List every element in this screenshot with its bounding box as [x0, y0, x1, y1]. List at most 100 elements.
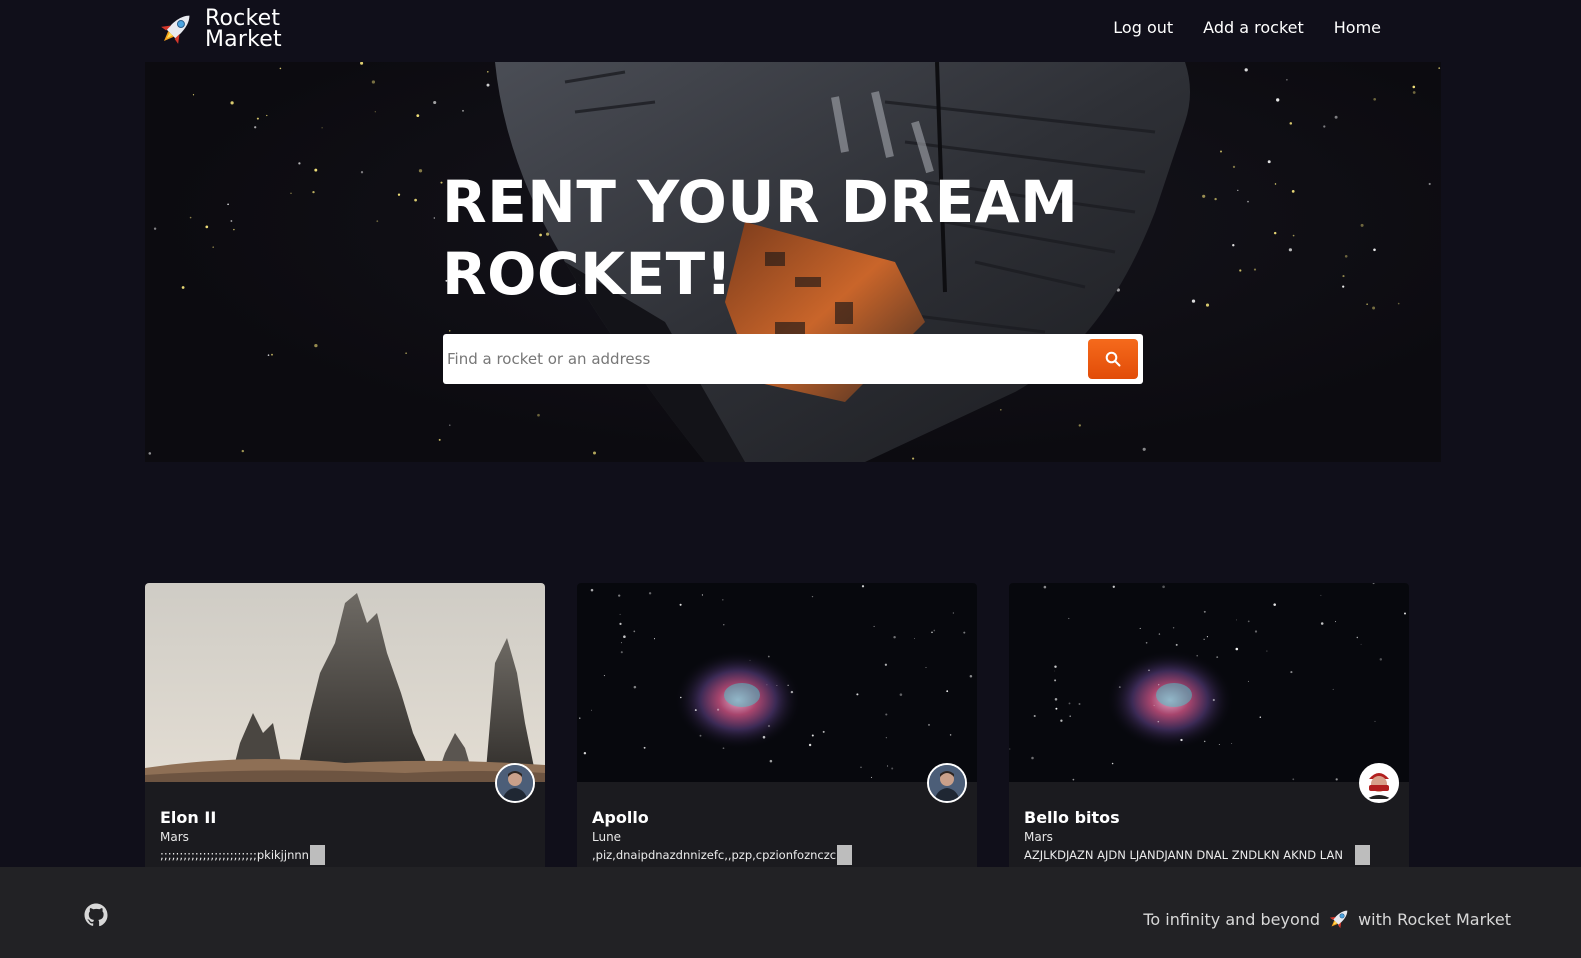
star: [1219, 150, 1223, 153]
star: [722, 599, 724, 601]
rocket-icon: [1329, 910, 1348, 929]
text-overflow-block: [309, 845, 325, 865]
owner-avatar[interactable]: [1359, 763, 1399, 803]
star: [449, 424, 451, 426]
star: [1397, 302, 1400, 305]
star: [1286, 79, 1288, 81]
star: [1356, 636, 1359, 639]
star: [1237, 189, 1239, 192]
nav-home-link[interactable]: Home: [1334, 18, 1381, 37]
star: [1289, 122, 1293, 125]
star: [723, 624, 725, 626]
star: [371, 80, 376, 84]
star: [722, 747, 725, 750]
star: [462, 109, 464, 112]
star: [1118, 686, 1121, 689]
star: [1379, 658, 1383, 661]
star: [1244, 68, 1248, 72]
card-image: [577, 583, 977, 782]
star: [579, 717, 581, 719]
star: [1320, 594, 1322, 596]
star: [1266, 650, 1268, 652]
star: [762, 735, 766, 739]
star: [376, 220, 379, 223]
star: [885, 737, 887, 739]
star: [314, 168, 318, 172]
star: [153, 227, 157, 230]
star: [1320, 622, 1324, 625]
search-button[interactable]: [1088, 339, 1138, 379]
star: [405, 352, 407, 354]
owner-avatar[interactable]: [927, 763, 967, 803]
card-image: [1009, 583, 1409, 782]
rocket-card[interactable]: Elon II Mars ;;;;;;;;;;;;;;;;;;;;;;;;;pk…: [145, 583, 545, 867]
star: [790, 690, 794, 694]
star: [1153, 704, 1155, 706]
brand-logo-link[interactable]: Rocket Market: [155, 6, 282, 51]
star: [360, 171, 364, 174]
star: [963, 631, 966, 634]
footer: To infinity and beyond with Rocket Marke…: [0, 867, 1581, 958]
card-description: AZJLKDJAZN AJDN LJANDJANN DNAL ZNDLKN AK…: [1024, 845, 1370, 865]
star: [1273, 603, 1276, 606]
star: [416, 114, 420, 117]
nav-add-rocket-link[interactable]: Add a rocket: [1203, 18, 1304, 37]
hero-title: RENT YOUR DREAM ROCKET!: [442, 166, 1082, 310]
star: [893, 635, 896, 639]
star: [873, 625, 875, 627]
star: [1043, 585, 1047, 589]
star: [1212, 698, 1215, 702]
star: [925, 667, 927, 668]
star: [1335, 778, 1338, 781]
star: [1205, 303, 1210, 307]
star: [1273, 231, 1277, 235]
nav-logout-link[interactable]: Log out: [1113, 18, 1173, 37]
star: [1218, 744, 1220, 745]
star: [861, 585, 865, 588]
star: [811, 734, 814, 737]
card-title[interactable]: Bello bitos: [1024, 808, 1120, 827]
star: [949, 734, 952, 736]
star: [1232, 165, 1236, 169]
star: [290, 192, 292, 195]
star: [1111, 762, 1114, 765]
star: [418, 169, 423, 173]
star: [1054, 670, 1056, 672]
star: [1206, 636, 1208, 638]
rocket-card[interactable]: Bello bitos Mars AZJLKDJAZN AJDN LJANDJA…: [1009, 583, 1409, 867]
star: [1180, 738, 1183, 742]
star: [1009, 748, 1011, 750]
star: [414, 198, 417, 202]
star: [633, 630, 636, 633]
card-title[interactable]: Elon II: [160, 808, 216, 827]
star: [254, 126, 257, 129]
star: [603, 675, 605, 677]
star: [1231, 742, 1233, 745]
star: [1145, 641, 1148, 644]
star: [856, 693, 859, 696]
star: [1078, 703, 1081, 705]
star: [583, 751, 587, 755]
star: [767, 724, 771, 728]
star: [1323, 125, 1326, 128]
owner-avatar[interactable]: [495, 763, 535, 803]
star: [1374, 720, 1376, 722]
brand-line-1: Rocket: [205, 6, 281, 31]
star: [1054, 698, 1058, 701]
star: [1196, 654, 1198, 657]
star: [619, 622, 622, 625]
star: [537, 413, 540, 417]
star: [1253, 268, 1257, 271]
github-icon[interactable]: [84, 903, 108, 927]
navbar: Rocket Market Log out Add a rocket Home: [0, 0, 1581, 60]
search-input[interactable]: [443, 334, 1088, 384]
rocket-card[interactable]: Apollo Lune ,piz,dnaipdnazdnnizefc,,pzp,…: [577, 583, 977, 867]
card-title[interactable]: Apollo: [592, 808, 649, 827]
star: [912, 457, 915, 460]
star: [1172, 627, 1175, 629]
star: [619, 613, 621, 615]
star: [891, 767, 894, 770]
star: [1069, 715, 1071, 717]
star: [643, 746, 646, 749]
card-description-text: AZJLKDJAZN AJDN LJANDJANN DNAL ZNDLKN AK…: [1024, 848, 1343, 862]
